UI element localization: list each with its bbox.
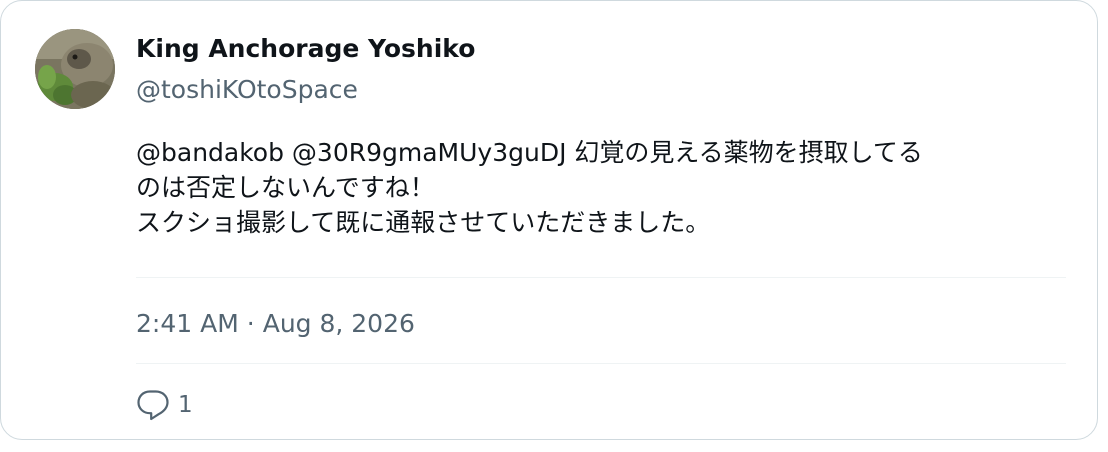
reply-button[interactable]: 1 (136, 387, 193, 423)
tweet-date[interactable]: Aug 8, 2026 (263, 309, 415, 338)
tweet-text-line: のは否定しないんですね！ (136, 173, 435, 202)
meta-separator: · (246, 309, 255, 338)
divider (136, 277, 1066, 278)
avatar[interactable] (35, 29, 115, 109)
tweet-text-line: スクショ撮影して既に通報させていただきました。 (136, 208, 711, 237)
divider (136, 363, 1066, 364)
tweet-timestamp[interactable]: 2:41 AM · Aug 8, 2026 (136, 309, 415, 338)
tweet-card[interactable]: King Anchorage Yoshiko @toshiKOtoSpace @… (0, 0, 1098, 440)
tweet-text-line: @bandakob @30R9gmaMUy3guDJ 幻覚の見える薬物を摂取して… (136, 138, 923, 167)
reply-icon[interactable] (136, 389, 178, 421)
tweet-time[interactable]: 2:41 AM (136, 309, 239, 338)
avatar-photo (35, 29, 115, 109)
reply-count: 1 (178, 392, 193, 418)
tweet-text: @bandakob @30R9gmaMUy3guDJ 幻覚の見える薬物を摂取して… (136, 135, 1066, 240)
user-handle[interactable]: @toshiKOtoSpace (136, 75, 358, 104)
display-name[interactable]: King Anchorage Yoshiko (136, 34, 475, 63)
